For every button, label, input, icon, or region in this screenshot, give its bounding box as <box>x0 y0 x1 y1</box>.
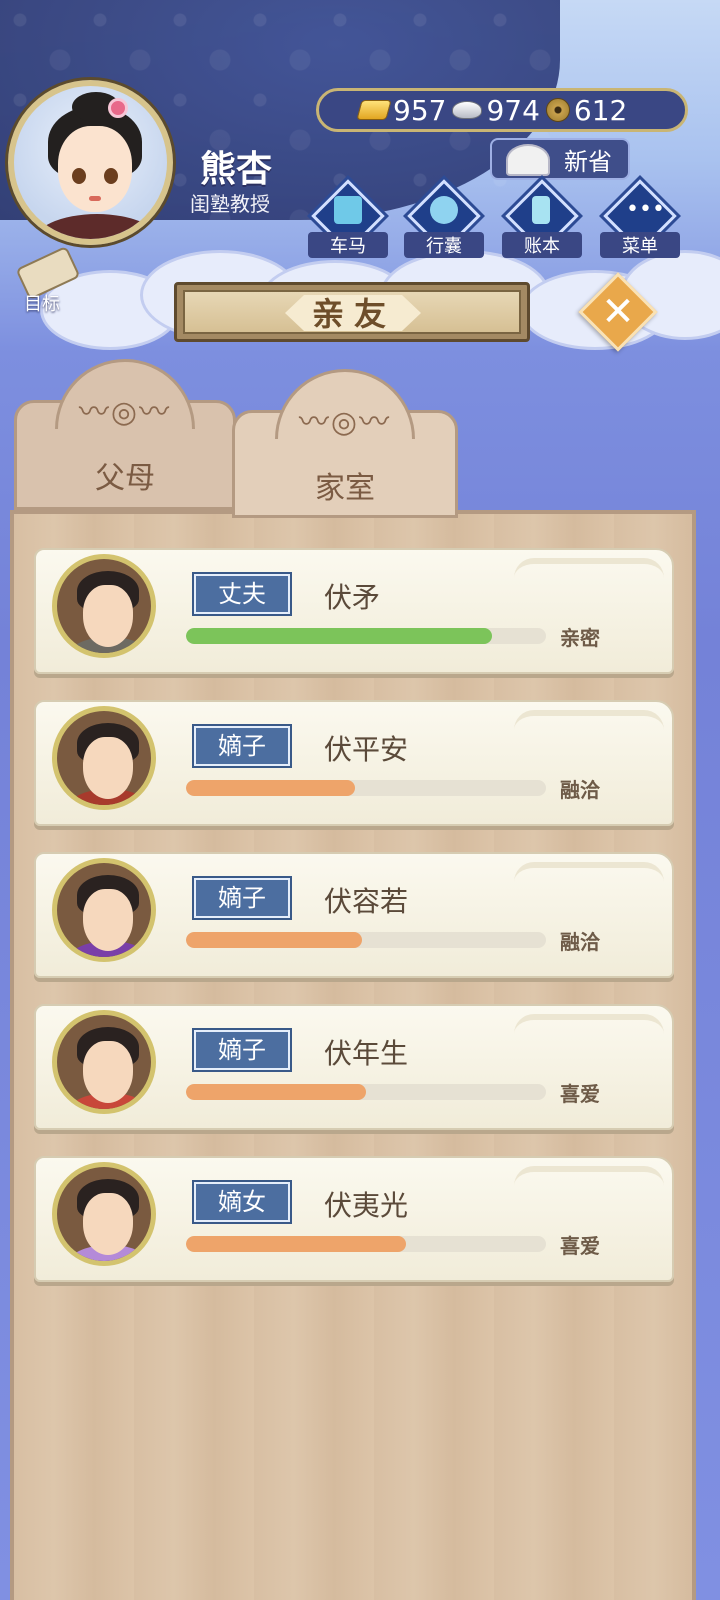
bag-label: 行囊 <box>404 232 484 258</box>
affinity-fill <box>186 780 356 796</box>
player-title: 闺塾教授 <box>190 192 270 216</box>
role-tag: 嫡子 <box>192 1028 292 1072</box>
family-member-row[interactable]: 嫡子 伏年生 喜爱 <box>34 1004 674 1130</box>
gold-amount: 957 <box>393 93 447 127</box>
goal-button[interactable]: 目标 <box>14 245 84 316</box>
relation-status: 喜爱 <box>560 1082 600 1106</box>
save-button[interactable]: 新省 <box>490 138 630 180</box>
member-avatar <box>52 554 156 658</box>
role-tag: 嫡女 <box>192 1180 292 1224</box>
family-member-row[interactable]: 嫡女 伏夷光 喜爱 <box>34 1156 674 1282</box>
player-avatar[interactable] <box>8 80 173 245</box>
ink-brush-icon <box>506 144 550 176</box>
family-member-row[interactable]: 丈夫 伏矛 亲密 <box>34 548 674 674</box>
affinity-bar <box>186 932 546 948</box>
copper-coin-icon <box>545 98 570 122</box>
tab-parents-label: 父母 <box>95 461 155 496</box>
member-name: 伏年生 <box>324 1037 409 1070</box>
member-name: 伏矛 <box>324 581 381 614</box>
ledger-icon <box>532 196 550 224</box>
tab-parents[interactable]: 〰◎〰 父母 <box>14 359 236 510</box>
carriage-label: 车马 <box>308 232 388 258</box>
affinity-bar <box>186 1236 546 1252</box>
member-name: 伏平安 <box>324 733 409 766</box>
affinity-fill <box>186 628 492 644</box>
affinity-fill <box>186 1236 406 1252</box>
silver-amount: 974 <box>486 93 540 127</box>
member-avatar <box>52 706 156 810</box>
ledger-button[interactable]: 账本 <box>502 179 582 258</box>
affinity-bar <box>186 1084 546 1100</box>
menu-label: 菜单 <box>600 232 680 258</box>
title-plaque: 亲友 <box>174 282 530 342</box>
goal-label: 目标 <box>24 294 60 315</box>
save-label: 新省 <box>564 147 612 176</box>
swirl-ornament-icon: 〰◎〰 <box>298 405 392 440</box>
affinity-bar <box>186 780 546 796</box>
member-avatar <box>52 1162 156 1266</box>
ledger-label: 账本 <box>502 232 582 258</box>
relation-status: 亲密 <box>560 626 600 650</box>
tab-family[interactable]: 〰◎〰 家室 <box>232 369 458 518</box>
family-member-row[interactable]: 嫡子 伏容若 融洽 <box>34 852 674 978</box>
panel-title: 亲友 <box>311 295 396 333</box>
member-avatar <box>52 858 156 962</box>
player-name: 熊杏 <box>200 149 273 190</box>
bag-button[interactable]: 行囊 <box>404 179 484 258</box>
carriage-icon <box>334 196 362 224</box>
currency-bar: 957 974 612 <box>316 88 688 132</box>
tab-family-label: 家室 <box>315 471 375 506</box>
close-icon[interactable]: ✕ <box>590 284 646 340</box>
affinity-fill <box>186 932 363 948</box>
member-avatar <box>52 1010 156 1114</box>
swirl-ornament-icon: 〰◎〰 <box>78 395 172 430</box>
role-tag: 丈夫 <box>192 572 292 616</box>
member-name: 伏容若 <box>324 885 409 918</box>
role-tag: 嫡子 <box>192 724 292 768</box>
copper-amount: 612 <box>573 93 628 127</box>
relation-status: 融洽 <box>560 930 600 954</box>
menu-button[interactable]: ••• 菜单 <box>600 179 680 258</box>
family-member-row[interactable]: 嫡子 伏平安 融洽 <box>34 700 674 826</box>
affinity-fill <box>186 1084 366 1100</box>
bag-icon <box>430 196 458 224</box>
gold-ingot-icon <box>356 100 392 120</box>
member-name: 伏夷光 <box>324 1189 409 1222</box>
affinity-bar <box>186 628 546 644</box>
relation-status: 融洽 <box>560 778 600 802</box>
relation-status: 喜爱 <box>560 1234 600 1258</box>
carriage-button[interactable]: 车马 <box>308 179 388 258</box>
role-tag: 嫡子 <box>192 876 292 920</box>
more-icon: ••• <box>626 197 665 222</box>
silver-ingot-icon <box>452 101 483 119</box>
